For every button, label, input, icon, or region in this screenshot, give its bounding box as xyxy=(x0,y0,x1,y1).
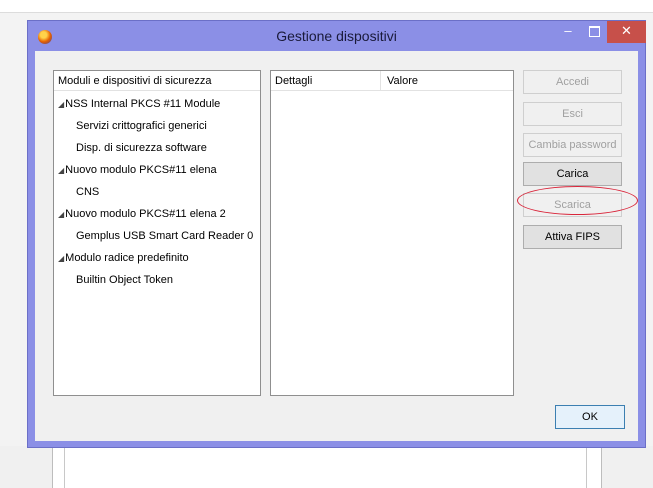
tree-item-software-security-device[interactable]: Disp. di sicurezza software xyxy=(54,137,260,159)
expanded-triangle-icon[interactable]: ◢ xyxy=(58,166,64,175)
modules-tree[interactable]: Moduli e dispositivi di sicurezza ◢NSS I… xyxy=(53,70,261,396)
tree-item-default-root-module[interactable]: ◢Modulo radice predefinito xyxy=(54,247,260,269)
change-password-button[interactable]: Cambia password xyxy=(523,133,622,157)
tree-item-pkcs11-elena[interactable]: ◢Nuovo modulo PKCS#11 elena xyxy=(54,159,260,181)
device-manager-dialog: Gestione dispositivi – ✕ Moduli e dispos… xyxy=(27,20,646,448)
tree-item-label: Nuovo modulo PKCS#11 elena xyxy=(65,164,217,176)
tree-item-label: Gemplus USB Smart Card Reader 0 xyxy=(76,230,254,242)
ok-button[interactable]: OK xyxy=(555,405,625,429)
tree-item-builtin-object-token[interactable]: Builtin Object Token xyxy=(54,269,260,291)
maximize-icon xyxy=(588,26,600,37)
dialog-content: Moduli e dispositivi di sicurezza ◢NSS I… xyxy=(35,51,638,441)
tree-item-label: Servizi crittografici generici xyxy=(76,120,207,132)
tree-item-cns[interactable]: CNS xyxy=(54,181,260,203)
tree-item-label: Builtin Object Token xyxy=(76,274,174,286)
expanded-triangle-icon[interactable]: ◢ xyxy=(58,100,64,109)
tree-item-label: CNS xyxy=(76,186,100,198)
tree-item-nss-internal-module[interactable]: ◢NSS Internal PKCS #11 Module xyxy=(54,93,260,115)
tree-item-label: NSS Internal PKCS #11 Module xyxy=(65,98,221,110)
background-window-top xyxy=(0,0,653,13)
close-button[interactable]: ✕ xyxy=(607,21,646,43)
tree-item-label: Modulo radice predefinito xyxy=(65,252,189,264)
tree-item-label: Disp. di sicurezza software xyxy=(76,142,207,154)
details-table[interactable]: Dettagli Valore xyxy=(270,70,514,396)
window-title: Gestione dispositivi xyxy=(276,28,397,44)
accedi-button[interactable]: Accedi xyxy=(523,70,622,94)
tree-item-gemplus-reader[interactable]: Gemplus USB Smart Card Reader 0 xyxy=(54,225,260,247)
tree-list: ◢NSS Internal PKCS #11 Module Servizi cr… xyxy=(54,93,260,291)
esci-button[interactable]: Esci xyxy=(523,102,622,126)
tree-item-generic-crypto-services[interactable]: Servizi crittografici generici xyxy=(54,115,260,137)
background-divider-right xyxy=(586,446,587,488)
value-column-header[interactable]: Valore xyxy=(381,71,513,91)
scarica-button[interactable]: Scarica xyxy=(523,193,622,217)
tree-item-pkcs11-elena-2[interactable]: ◢Nuovo modulo PKCS#11 elena 2 xyxy=(54,203,260,225)
minimize-button[interactable]: – xyxy=(555,21,581,43)
tree-item-label: Nuovo modulo PKCS#11 elena 2 xyxy=(65,208,226,220)
carica-button[interactable]: Carica xyxy=(523,162,622,186)
background-divider-left xyxy=(64,446,65,488)
background-document xyxy=(52,446,602,488)
maximize-button[interactable] xyxy=(581,21,607,43)
expanded-triangle-icon[interactable]: ◢ xyxy=(58,210,64,219)
tree-header[interactable]: Moduli e dispositivi di sicurezza xyxy=(54,71,260,91)
close-icon: ✕ xyxy=(621,23,632,38)
minimize-icon: – xyxy=(564,23,572,38)
details-column-header[interactable]: Dettagli xyxy=(271,71,381,91)
title-bar[interactable]: Gestione dispositivi – ✕ xyxy=(28,21,646,51)
expanded-triangle-icon[interactable]: ◢ xyxy=(58,254,64,263)
enable-fips-button[interactable]: Attiva FIPS xyxy=(523,225,622,249)
